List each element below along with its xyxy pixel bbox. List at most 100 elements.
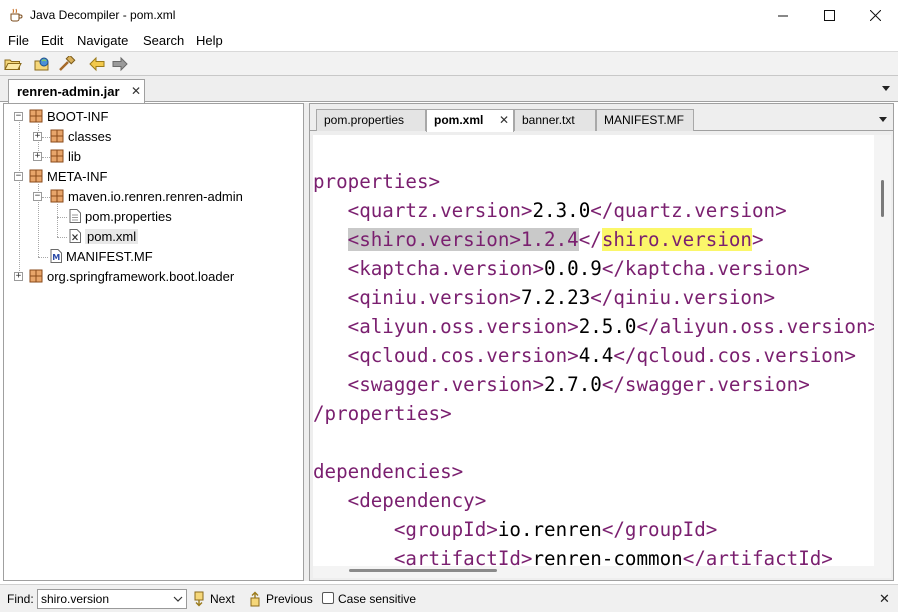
jar-tab-label: renren-admin.jar xyxy=(17,84,120,99)
menu-search[interactable]: Search xyxy=(143,33,184,48)
case-sensitive-label: Case sensitive xyxy=(338,592,417,606)
tree-connector xyxy=(19,117,20,277)
package-icon xyxy=(50,189,64,203)
maximize-button[interactable] xyxy=(806,0,852,31)
collapse-boot-inf-icon[interactable]: − xyxy=(14,112,23,121)
tree-item-label: pom.properties xyxy=(85,208,172,224)
close-window-button[interactable] xyxy=(852,0,898,31)
tree-item-boot-inf[interactable]: BOOT-INF xyxy=(29,106,108,126)
back-arrow-icon[interactable] xyxy=(88,56,106,72)
code-line: <artifactId>renren-common</artifactId> xyxy=(313,547,833,566)
window-title: Java Decompiler - pom.xml xyxy=(30,8,176,22)
close-tab-icon[interactable]: ✕ xyxy=(499,113,509,127)
jar-tab-strip: renren-admin.jar ✕ xyxy=(0,76,898,103)
find-bar: Find: Next Previous Case sensitive ✕ xyxy=(0,584,898,612)
editor-panel: pom.properties pom.xml ✕ banner.txt MANI… xyxy=(309,103,894,581)
jar-tabs-dropdown-icon[interactable] xyxy=(882,86,890,91)
tree-item-maven-package[interactable]: maven.io.renren.renren-admin xyxy=(50,186,243,206)
find-previous-label: Previous xyxy=(266,592,313,606)
svg-text:M: M xyxy=(52,253,60,262)
vertical-scrollbar[interactable] xyxy=(874,135,891,566)
tree-connector xyxy=(57,237,67,238)
tree-item-classes[interactable]: classes xyxy=(50,126,111,146)
open-folder-icon[interactable] xyxy=(4,56,22,72)
toolbar xyxy=(0,52,898,76)
tree-connector xyxy=(42,197,50,198)
horizontal-scroll-thumb[interactable] xyxy=(349,569,497,572)
tree-connector xyxy=(42,137,50,138)
find-history-dropdown-icon[interactable] xyxy=(171,591,185,607)
tree-item-lib[interactable]: lib xyxy=(50,146,81,166)
selected-text: <shiro.version>1.2.4 xyxy=(347,228,579,251)
tree-item-label: maven.io.renren.renren-admin xyxy=(68,188,243,204)
file-tab-strip: pom.properties pom.xml ✕ banner.txt MANI… xyxy=(310,104,893,132)
code-line: <quartz.version>2.3.0</quartz.version> xyxy=(313,199,787,222)
tree-connector xyxy=(42,157,50,158)
tab-pom-properties[interactable]: pom.properties xyxy=(316,109,426,131)
find-next-button[interactable]: Next xyxy=(192,589,235,609)
tree-item-manifest[interactable]: M MANIFEST.MF xyxy=(50,246,153,266)
horizontal-scrollbar[interactable] xyxy=(313,566,891,578)
tree-item-label: lib xyxy=(68,148,82,164)
manifest-file-icon: M xyxy=(50,249,62,263)
expand-springframework-icon[interactable]: + xyxy=(14,272,23,281)
package-icon xyxy=(29,269,43,283)
jar-tab[interactable]: renren-admin.jar ✕ xyxy=(8,79,145,103)
tab-label: banner.txt xyxy=(522,113,575,127)
package-icon xyxy=(50,149,64,163)
find-previous-icon xyxy=(250,591,260,607)
title-bar: Java Decompiler - pom.xml xyxy=(0,0,898,31)
collapse-meta-inf-icon[interactable]: − xyxy=(14,172,23,181)
close-jar-tab-icon[interactable]: ✕ xyxy=(131,84,141,98)
tree-item-pom-properties[interactable]: pom.properties xyxy=(69,206,172,226)
tabs-dropdown-icon[interactable] xyxy=(879,117,887,122)
vertical-scroll-thumb[interactable] xyxy=(881,180,884,217)
code-line: dependencies> xyxy=(313,460,464,483)
tree-connector xyxy=(57,204,58,237)
close-find-bar-icon[interactable]: ✕ xyxy=(879,591,890,607)
code-line: properties> xyxy=(313,170,441,193)
code-line: <qiniu.version>7.2.23</qiniu.version> xyxy=(313,286,776,309)
xml-file-icon xyxy=(69,229,81,243)
code-line: /properties> xyxy=(313,402,452,425)
tab-pom-xml[interactable]: pom.xml ✕ xyxy=(426,109,514,132)
find-previous-button[interactable]: Previous xyxy=(248,589,313,609)
package-icon xyxy=(29,109,43,123)
tree-item-pom-xml[interactable]: pom.xml xyxy=(69,226,139,246)
expand-classes-icon[interactable]: + xyxy=(33,132,42,141)
tab-banner-txt[interactable]: banner.txt xyxy=(514,109,596,131)
find-next-label: Next xyxy=(210,592,235,606)
search-hammer-icon[interactable] xyxy=(58,54,76,72)
tree-item-springframework[interactable]: org.springframework.boot.loader xyxy=(29,266,234,286)
tree-item-label: MANIFEST.MF xyxy=(66,248,153,264)
menu-bar: File Edit Navigate Search Help xyxy=(0,31,898,51)
code-editor[interactable]: properties> <quartz.version>2.3.0</quart… xyxy=(313,135,874,566)
tab-manifest-mf[interactable]: MANIFEST.MF xyxy=(596,109,694,131)
menu-navigate[interactable]: Navigate xyxy=(77,33,128,48)
tab-label: pom.xml xyxy=(434,113,484,127)
collapse-maven-icon[interactable]: − xyxy=(33,192,42,201)
forward-arrow-icon[interactable] xyxy=(111,56,129,72)
code-line: <aliyun.oss.version>2.5.0</aliyun.oss.ve… xyxy=(313,315,874,338)
menu-edit[interactable]: Edit xyxy=(41,33,63,48)
coffee-cup-icon xyxy=(8,7,24,23)
code-line: <qcloud.cos.version>4.4</qcloud.cos.vers… xyxy=(313,344,856,367)
tree-connector xyxy=(57,217,67,218)
find-next-icon xyxy=(194,591,204,607)
menu-help[interactable]: Help xyxy=(196,33,223,48)
menu-file[interactable]: File xyxy=(8,33,29,48)
minimize-button[interactable] xyxy=(760,0,806,31)
expand-lib-icon[interactable]: + xyxy=(33,152,42,161)
text-file-icon xyxy=(69,209,81,223)
code-line: <groupId>io.renren</groupId> xyxy=(313,518,718,541)
tree-item-label: BOOT-INF xyxy=(47,108,109,124)
case-sensitive-checkbox[interactable] xyxy=(322,592,334,604)
find-input[interactable] xyxy=(37,589,187,609)
package-icon xyxy=(50,129,64,143)
code-line: <swagger.version>2.7.0</swagger.version> xyxy=(313,373,810,396)
tab-label: MANIFEST.MF xyxy=(604,113,684,127)
open-type-icon[interactable] xyxy=(34,56,52,72)
tree-item-meta-inf[interactable]: META-INF xyxy=(29,166,107,186)
tree-connector xyxy=(38,257,48,258)
code-line: <kaptcha.version>0.0.9</kaptcha.version> xyxy=(313,257,810,280)
